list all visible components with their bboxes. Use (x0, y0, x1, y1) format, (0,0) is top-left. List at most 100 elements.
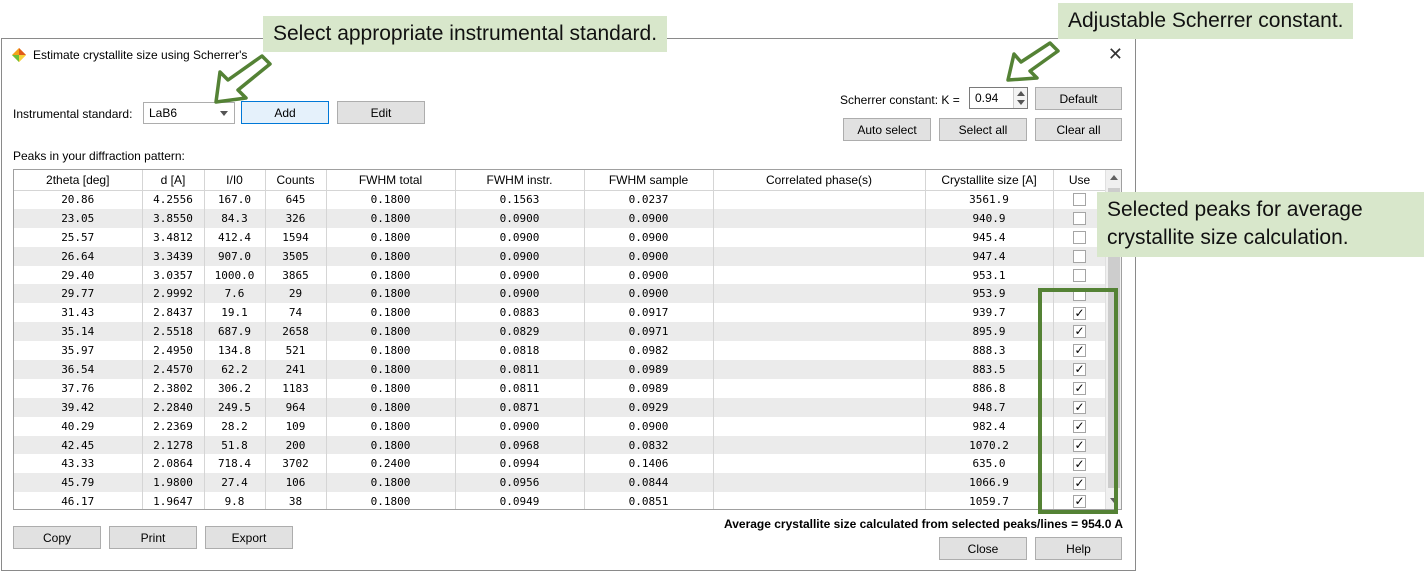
column-header[interactable]: Counts (265, 170, 327, 191)
print-button[interactable]: Print (109, 526, 197, 549)
table-cell: 0.0989 (584, 378, 714, 398)
table-row[interactable]: 45.79 1.9800 27.4 106 0.1800 0.0956 0.0844 1066… (14, 473, 1107, 493)
use-checkbox[interactable] (1073, 212, 1086, 226)
use-cell[interactable] (1053, 265, 1107, 285)
table-row[interactable]: 35.97 2.4950 134.8 521 0.1800 0.0818 0.0982 888… (14, 341, 1107, 361)
table-cell: 0.0900 (584, 227, 714, 247)
table-row[interactable]: 42.45 2.1278 51.8 200 0.1800 0.0968 0.0832 1070… (14, 435, 1107, 455)
table-cell: 0.1800 (326, 360, 456, 379)
column-header[interactable]: Correlated phase(s) (713, 170, 926, 191)
table-row[interactable]: 39.42 2.2840 249.5 964 0.1800 0.0871 0.0929 948… (14, 397, 1107, 417)
table-row[interactable]: 23.05 3.8550 84.3 326 0.1800 0.0900 0.0900 940.… (14, 208, 1107, 228)
table-cell: 2.4570 (142, 360, 205, 379)
table-cell: 45.79 (14, 473, 143, 493)
table-cell: 0.0956 (455, 473, 585, 493)
close-button[interactable]: Close (939, 537, 1027, 560)
peaks-section-label: Peaks in your diffraction pattern: (13, 149, 185, 163)
table-cell: 1070.2 (925, 435, 1054, 455)
table-cell: 0.0968 (455, 435, 585, 455)
table-row[interactable]: 25.57 3.4812 412.4 1594 0.1800 0.0900 0.0900 94… (14, 227, 1107, 247)
use-checkbox[interactable] (1073, 193, 1086, 207)
table-row[interactable]: 29.77 2.9992 7.6 29 0.1800 0.0900 0.0900 953.9 (14, 284, 1107, 304)
table-cell: 2.3802 (142, 378, 205, 398)
table-cell (713, 208, 926, 228)
copy-button[interactable]: Copy (13, 526, 101, 549)
column-header[interactable]: d [A] (142, 170, 205, 191)
table-cell: 0.0949 (455, 492, 585, 509)
table-cell: 3561.9 (925, 190, 1054, 209)
table-cell: 51.8 (204, 435, 266, 455)
column-header[interactable]: Crystallite size [A] (925, 170, 1054, 191)
table-cell: 0.1406 (584, 454, 714, 474)
table-cell: 167.0 (204, 190, 266, 209)
spin-arrows-icon[interactable] (1013, 88, 1027, 108)
table-row[interactable]: 35.14 2.5518 687.9 2658 0.1800 0.0829 0.0971 89… (14, 322, 1107, 342)
peaks-table[interactable]: 2theta [deg] d [A] I/I0 Counts FWHM total FWH… (13, 169, 1122, 510)
table-cell: 74 (265, 303, 327, 323)
column-header[interactable]: FWHM instr. (455, 170, 585, 191)
table-row[interactable]: 36.54 2.4570 62.2 241 0.1800 0.0811 0.0989 883.… (14, 360, 1107, 379)
table-cell: 1594 (265, 227, 327, 247)
peaks-grid: 2theta [deg] d [A] I/I0 Counts FWHM total FWH… (14, 170, 1107, 509)
table-cell: 939.7 (925, 303, 1054, 323)
table-cell: 134.8 (204, 341, 266, 361)
table-cell: 20.86 (14, 190, 143, 209)
table-row[interactable]: 29.40 3.0357 1000.0 3865 0.1800 0.0900 0.0900 9… (14, 265, 1107, 285)
table-cell: 2.2840 (142, 397, 205, 417)
table-cell: 46.17 (14, 492, 143, 509)
table-cell: 3505 (265, 246, 327, 266)
table-cell: 1066.9 (925, 473, 1054, 493)
scroll-up-icon[interactable] (1106, 170, 1121, 186)
table-cell: 0.1800 (326, 284, 456, 304)
table-cell: 38 (265, 492, 327, 509)
table-cell: 1.9647 (142, 492, 205, 509)
table-cell (713, 416, 926, 436)
column-header[interactable]: FWHM sample (584, 170, 714, 191)
use-checkbox[interactable] (1073, 230, 1086, 244)
use-checkbox[interactable] (1073, 249, 1086, 263)
table-row[interactable]: 43.33 2.0864 718.4 3702 0.2400 0.0994 0.1406 63… (14, 454, 1107, 474)
table-cell: 0.0900 (584, 284, 714, 304)
table-row[interactable]: 37.76 2.3802 306.2 1183 0.1800 0.0811 0.0989 88… (14, 378, 1107, 398)
table-cell: 0.0982 (584, 341, 714, 361)
table-cell: 964 (265, 397, 327, 417)
table-row[interactable]: 20.86 4.2556 167.0 645 0.1800 0.1563 0.0237 356… (14, 190, 1107, 209)
table-cell: 0.1800 (326, 190, 456, 209)
table-cell: 0.1800 (326, 378, 456, 398)
table-cell: 0.0929 (584, 397, 714, 417)
table-row[interactable]: 46.17 1.9647 9.8 38 0.1800 0.0949 0.0851 1059.7… (14, 492, 1107, 509)
use-checkbox[interactable] (1073, 268, 1086, 282)
edit-button[interactable]: Edit (337, 101, 425, 124)
close-icon[interactable]: ✕ (1108, 44, 1123, 65)
table-row[interactable]: 26.64 3.3439 907.0 3505 0.1800 0.0900 0.0900 94… (14, 246, 1107, 266)
column-header[interactable]: I/I0 (204, 170, 266, 191)
table-cell (713, 454, 926, 474)
auto-select-button[interactable]: Auto select (843, 118, 931, 141)
table-cell: 326 (265, 208, 327, 228)
table-cell: 0.2400 (326, 454, 456, 474)
column-header[interactable]: FWHM total (326, 170, 456, 191)
default-button[interactable]: Default (1035, 87, 1122, 110)
select-all-button[interactable]: Select all (939, 118, 1027, 141)
table-cell: 888.3 (925, 341, 1054, 361)
clear-all-button[interactable]: Clear all (1035, 118, 1122, 141)
help-button[interactable]: Help (1035, 537, 1122, 560)
export-button[interactable]: Export (205, 526, 293, 549)
table-cell (713, 341, 926, 361)
table-row[interactable]: 40.29 2.2369 28.2 109 0.1800 0.0900 0.0900 982.… (14, 416, 1107, 436)
scherrer-constant-spinner[interactable]: 0.94 (969, 87, 1028, 109)
table-cell: 0.0994 (455, 454, 585, 474)
table-cell: 39.42 (14, 397, 143, 417)
table-cell: 0.1800 (326, 473, 456, 493)
table-cell: 200 (265, 435, 327, 455)
table-cell: 1059.7 (925, 492, 1054, 509)
table-cell: 62.2 (204, 360, 266, 379)
column-header[interactable]: Use (1053, 170, 1107, 191)
instrumental-arrow-icon (214, 54, 272, 104)
table-cell: 2.9992 (142, 284, 205, 304)
table-cell: 1183 (265, 378, 327, 398)
table-cell: 4.2556 (142, 190, 205, 209)
table-cell: 35.97 (14, 341, 143, 361)
column-header[interactable]: 2theta [deg] (14, 170, 143, 191)
table-row[interactable]: 31.43 2.8437 19.1 74 0.1800 0.0883 0.0917 939.7… (14, 303, 1107, 323)
